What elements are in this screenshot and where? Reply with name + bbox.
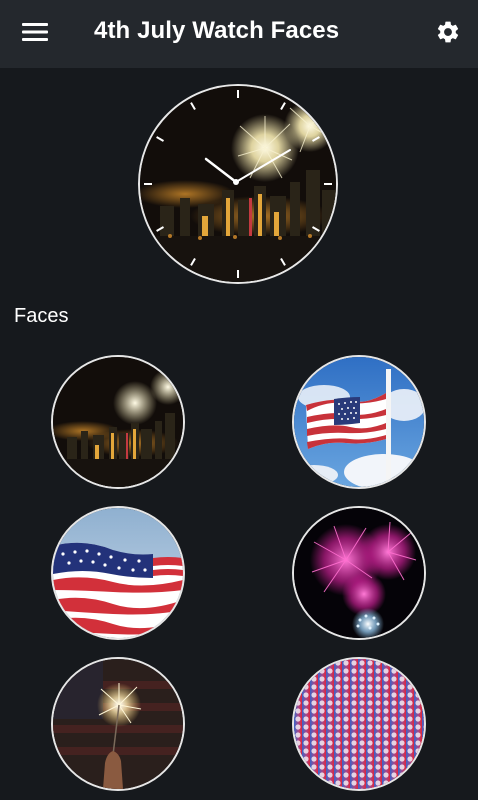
sparkler-thumbnail — [53, 659, 183, 789]
halftone-thumbnail — [294, 659, 424, 789]
face-city-fireworks[interactable] — [51, 355, 185, 489]
city-fireworks-image — [140, 86, 336, 282]
face-halftone-red-blue[interactable] — [292, 657, 426, 791]
face-pink-fireworks[interactable] — [292, 506, 426, 640]
face-sparkler[interactable] — [51, 657, 185, 791]
faces-section-label: Faces — [14, 305, 69, 327]
hamburger-menu-icon[interactable] — [16, 16, 54, 48]
face-waving-flag[interactable] — [51, 506, 185, 640]
waving-flag-thumbnail — [53, 508, 183, 638]
flag-on-pole-thumbnail — [294, 357, 424, 487]
page-title: 4th July Watch Faces — [94, 17, 340, 44]
city-fireworks-thumbnail — [53, 357, 183, 487]
face-flag-on-pole[interactable] — [292, 355, 426, 489]
app-bar: 4th July Watch Faces — [0, 0, 478, 68]
gear-icon[interactable] — [430, 14, 466, 50]
watch-preview[interactable] — [138, 84, 338, 284]
pink-fireworks-thumbnail — [294, 508, 424, 638]
